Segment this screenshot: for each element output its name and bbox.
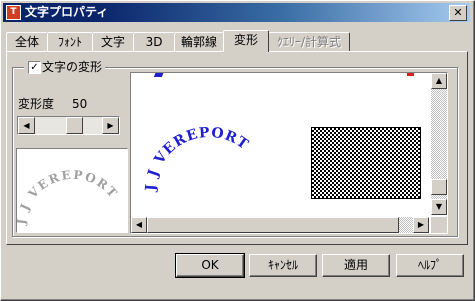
degree-slider[interactable]: ◀ ▶ — [17, 116, 120, 135]
tab-3d[interactable]: 3D — [133, 32, 175, 51]
tab-transform[interactable]: 変形 — [223, 30, 269, 52]
app-icon: T — [6, 5, 21, 20]
tab-query-formula: ｸｴﾘｰ/計算式 — [268, 32, 350, 51]
window-title: 文字プロパティ — [25, 5, 109, 19]
help-button[interactable]: ﾍﾙﾌﾟ — [396, 254, 464, 277]
horizontal-scroll-thumb[interactable] — [147, 217, 399, 233]
ok-button[interactable]: OK — [175, 253, 245, 278]
tab-font[interactable]: ﾌｫﾝﾄ — [47, 32, 93, 51]
slider-thumb[interactable] — [66, 117, 83, 134]
tab-character[interactable]: 文字 — [92, 32, 134, 51]
arc-preview-text: J J VEREPORT — [14, 168, 119, 227]
slider-right-arrow-icon[interactable]: ▶ — [102, 117, 119, 134]
vertical-scrollbar[interactable]: ▲ ▼ — [431, 73, 447, 215]
canvas-arc-text: J J VEREPORT — [143, 125, 251, 194]
degree-label: 変形度 — [18, 97, 55, 111]
cancel-button[interactable]: ｷｬﾝｾﾙ — [249, 254, 317, 277]
svg-text:J J VEREPORT: J J VEREPORT — [143, 125, 252, 194]
scroll-corner — [431, 217, 447, 233]
apply-button[interactable]: 適用 — [322, 254, 390, 277]
degree-value: 50 — [72, 97, 88, 111]
scroll-down-arrow-icon[interactable]: ▼ — [431, 199, 447, 215]
title-bar[interactable]: T 文字プロパティ ✕ — [3, 3, 470, 22]
canvas-preview[interactable]: J J VEREPORT ▲ ▼ ◀ ▶ — [130, 72, 448, 234]
vertical-scroll-thumb[interactable] — [431, 179, 447, 195]
horizontal-scrollbar[interactable]: ◀ ▶ — [131, 217, 429, 233]
close-button[interactable]: ✕ — [449, 5, 467, 21]
svg-text:J J VEREPORT: J J VEREPORT — [17, 168, 121, 227]
transform-checkbox-label: 文字の変形 — [42, 60, 103, 74]
transform-checkbox[interactable]: ✓ — [28, 61, 41, 74]
slider-left-arrow-icon[interactable]: ◀ — [18, 117, 35, 134]
arc-preview-graphic: J J VEREPORT — [14, 168, 121, 227]
scroll-up-arrow-icon[interactable]: ▲ — [431, 73, 447, 89]
scroll-left-arrow-icon[interactable]: ◀ — [131, 217, 147, 233]
canvas-area: J J VEREPORT — [131, 73, 429, 215]
hatched-rectangle[interactable] — [311, 127, 421, 199]
tab-outline[interactable]: 輪郭線 — [174, 32, 224, 51]
tab-general[interactable]: 全体 — [6, 32, 48, 51]
scroll-right-arrow-icon[interactable]: ▶ — [413, 217, 429, 233]
arc-preview: J J VEREPORT — [14, 148, 128, 233]
